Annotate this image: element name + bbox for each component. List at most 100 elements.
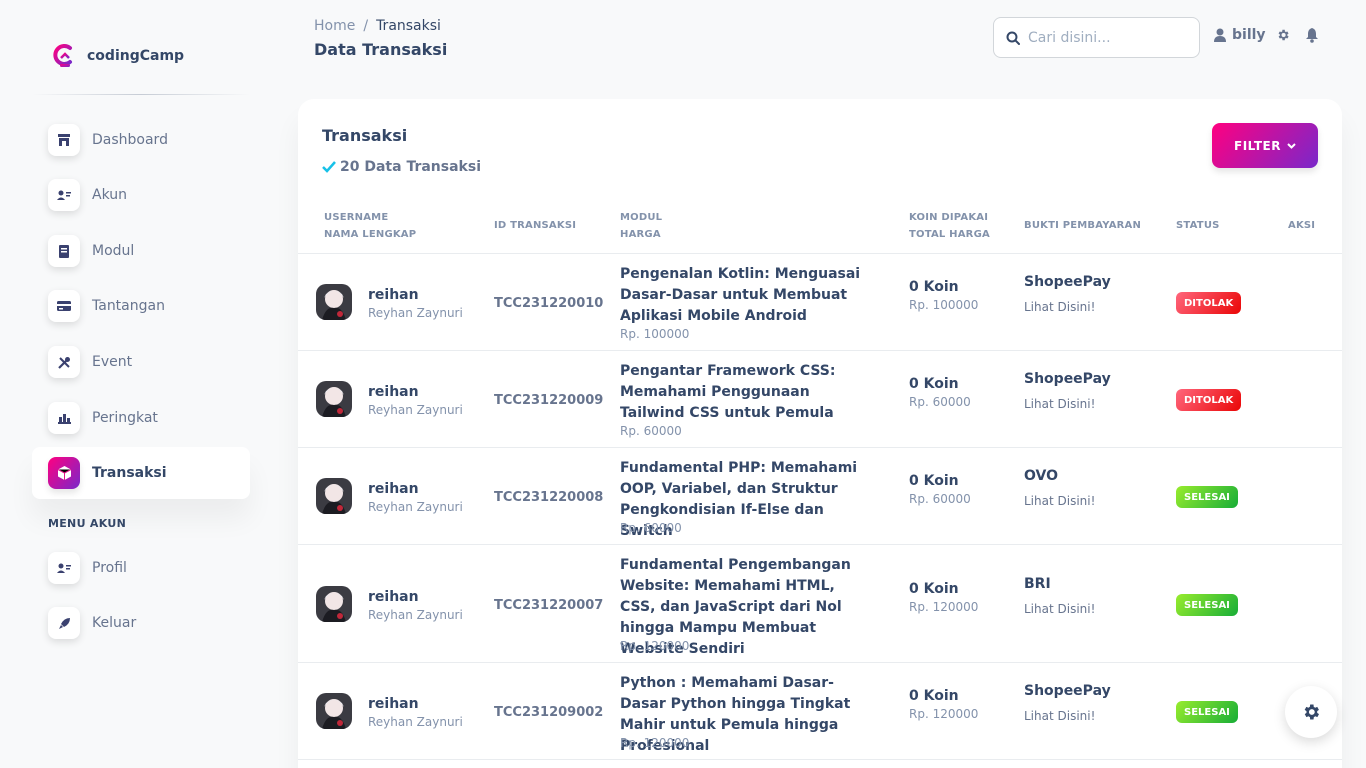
gear-icon — [1304, 704, 1319, 720]
search-icon — [1006, 31, 1020, 45]
search-input[interactable] — [1028, 29, 1188, 46]
status-badge: DITOLAK — [1176, 292, 1242, 314]
sidebar-item-label: Peringkat — [92, 410, 158, 426]
sidebar-item-akun[interactable]: Akun — [32, 169, 250, 221]
koin: 0 Koin — [909, 581, 959, 597]
breadcrumb-home[interactable]: Home — [314, 18, 355, 34]
payment-method: ShopeePay — [1024, 371, 1111, 387]
shop-icon — [48, 124, 80, 156]
koin: 0 Koin — [909, 473, 959, 489]
search-box[interactable] — [993, 17, 1200, 58]
payment-method: ShopeePay — [1024, 274, 1111, 290]
brand[interactable]: codingCamp — [52, 43, 184, 69]
header-aksi: AKSI — [1288, 220, 1316, 231]
fullname: Reyhan Zaynuri — [368, 500, 463, 514]
sidebar-item-label: Dashboard — [92, 132, 168, 148]
breadcrumb: Home / Transaksi — [314, 18, 441, 34]
lihat-link[interactable]: Lihat Disini! — [1024, 300, 1095, 314]
sidebar-item-keluar[interactable]: Keluar — [32, 597, 250, 649]
breadcrumb-current: Transaksi — [376, 18, 441, 34]
sidebar-item-label: Profil — [92, 560, 127, 576]
transaction-id: TCC231220007 — [494, 598, 604, 613]
sidebar-item-peringkat[interactable]: Peringkat — [32, 392, 250, 444]
header-username: USERNAME NAMA LENGKAP — [324, 212, 417, 240]
koin: 0 Koin — [909, 279, 959, 295]
sidebar: codingCamp Dashboard Akun Modul Tantanga… — [0, 0, 282, 768]
header-bukti: BUKTI PEMBAYARAN — [1024, 220, 1142, 231]
lihat-link[interactable]: Lihat Disini! — [1024, 494, 1095, 508]
total-harga: Rp. 60000 — [909, 492, 971, 506]
card-title: Transaksi — [322, 126, 408, 145]
modul-name: Pengenalan Kotlin: Menguasai Dasar-Dasar… — [620, 266, 861, 324]
breadcrumb-separator: / — [363, 18, 369, 34]
bell-icon[interactable] — [1305, 28, 1319, 43]
fullname: Reyhan Zaynuri — [368, 403, 463, 417]
sidebar-item-modul[interactable]: Modul — [32, 225, 250, 277]
sidebar-item-label: Event — [92, 354, 133, 370]
koin: 0 Koin — [909, 376, 959, 392]
harga: Rp. 60000 — [620, 521, 682, 535]
harga: Rp. 120000 — [620, 736, 690, 750]
sidebar-item-label: Modul — [92, 243, 135, 259]
sidebar-item-dashboard[interactable]: Dashboard — [32, 114, 250, 166]
sidebar-item-label: Akun — [92, 187, 127, 203]
table-row: reihan Reyhan Zaynuri TCC231220008 Funda… — [298, 448, 1342, 545]
rocket-icon — [48, 607, 80, 639]
modul-name: Pengantar Framework CSS: Memahami Penggu… — [620, 363, 836, 421]
lihat-link[interactable]: Lihat Disini! — [1024, 602, 1095, 616]
brand-name: codingCamp — [87, 48, 185, 64]
header-status: STATUS — [1176, 220, 1220, 231]
avatar — [316, 586, 352, 622]
gear-icon[interactable] — [1276, 28, 1290, 42]
status-badge: SELESAI — [1176, 486, 1238, 508]
payment-method: BRI — [1024, 576, 1051, 592]
total-harga: Rp. 60000 — [909, 395, 971, 409]
username-label: billy — [1232, 27, 1266, 43]
username: reihan — [368, 481, 419, 497]
chart-icon — [48, 402, 80, 434]
status-badge: SELESAI — [1176, 701, 1238, 723]
harga: Rp. 120000 — [620, 639, 690, 653]
header-koin: KOIN DIPAKAI TOTAL HARGA — [909, 212, 990, 240]
transaction-id: TCC231220008 — [494, 490, 604, 505]
sidebar-item-profil[interactable]: Profil — [32, 542, 250, 594]
filter-label: FILTER — [1234, 138, 1281, 153]
sidebar-item-transaksi[interactable]: Transaksi — [32, 447, 250, 499]
lihat-link[interactable]: Lihat Disini! — [1024, 397, 1095, 411]
transaction-id: TCC231209002 — [494, 705, 604, 720]
sidebar-item-event[interactable]: Event — [32, 336, 250, 388]
payment-method: OVO — [1024, 468, 1059, 484]
payment-method: ShopeePay — [1024, 683, 1111, 699]
filter-button[interactable]: FILTER — [1212, 123, 1318, 168]
sidebar-item-label: Tantangan — [92, 298, 165, 314]
lihat-link[interactable]: Lihat Disini! — [1024, 709, 1095, 723]
total-harga: Rp. 120000 — [909, 600, 979, 614]
section-title-menu-akun: MENU AKUN — [48, 517, 127, 530]
avatar — [316, 693, 352, 729]
sidebar-item-label: Transaksi — [92, 465, 167, 481]
transactions-card: Transaksi 20 Data Transaksi FILTER USERN… — [298, 99, 1342, 768]
fullname: Reyhan Zaynuri — [368, 306, 463, 320]
fullname: Reyhan Zaynuri — [368, 715, 463, 729]
fullname: Reyhan Zaynuri — [368, 608, 463, 622]
tools-icon — [48, 346, 80, 378]
data-count: 20 Data Transaksi — [340, 159, 481, 175]
user-menu[interactable]: billy — [1214, 27, 1266, 43]
username: reihan — [368, 287, 419, 303]
user-icon — [1214, 28, 1226, 42]
sidebar-item-tantangan[interactable]: Tantangan — [32, 280, 250, 332]
user-card-icon — [48, 552, 80, 584]
transaction-id: TCC231220009 — [494, 393, 604, 408]
credit-card-icon — [48, 290, 80, 322]
avatar — [316, 284, 352, 320]
user-card-icon — [48, 179, 80, 211]
card-subtitle: 20 Data Transaksi — [322, 159, 481, 175]
settings-fab[interactable] — [1285, 686, 1337, 738]
box-icon — [48, 457, 80, 489]
codingcamp-logo-icon — [53, 44, 72, 67]
check-icon — [322, 161, 336, 173]
username: reihan — [368, 696, 419, 712]
total-harga: Rp. 100000 — [909, 298, 979, 312]
sidebar-item-label: Keluar — [92, 615, 137, 631]
table-row: reihan Reyhan Zaynuri TCC231220007 Funda… — [298, 545, 1342, 663]
